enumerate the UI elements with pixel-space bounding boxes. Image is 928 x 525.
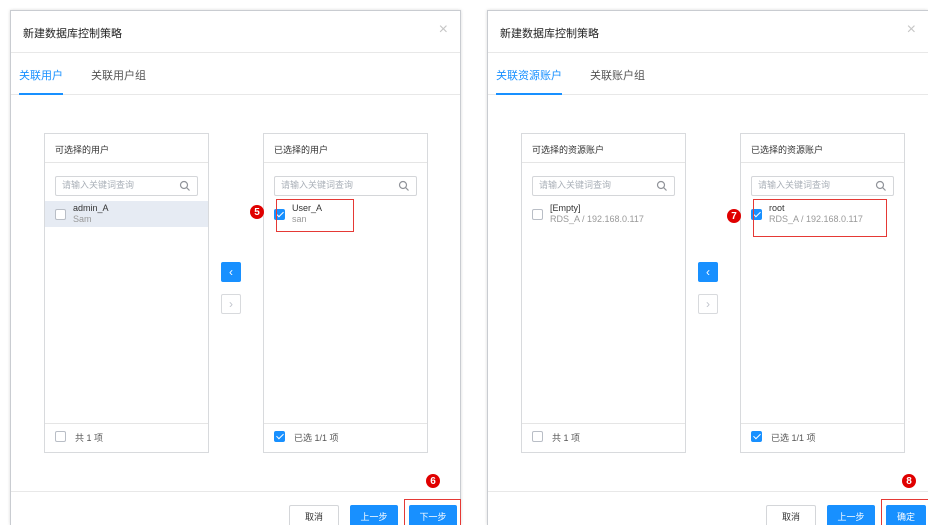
search-box	[274, 176, 417, 196]
highlight-box	[404, 499, 461, 525]
step-marker-5: 5	[250, 205, 264, 219]
select-all-checkbox[interactable]	[274, 431, 285, 442]
selected-users-panel: 已选择的用户 User_A san 已选 1/1 项	[263, 133, 428, 453]
item-name: [Empty]	[550, 203, 581, 213]
item-sub: Sam	[73, 214, 92, 224]
tab-associate-user-groups[interactable]: 关联用户组	[91, 67, 146, 83]
dialog-header: 新建数据库控制策略 ×	[488, 11, 928, 53]
search-input[interactable]	[758, 180, 868, 190]
close-icon[interactable]: ×	[907, 22, 916, 38]
panel-title: 可选择的用户	[55, 145, 110, 155]
close-icon[interactable]: ×	[439, 22, 448, 38]
select-all-checkbox[interactable]	[532, 431, 543, 442]
dialog-header: 新建数据库控制策略 ×	[11, 11, 460, 53]
chevron-right-icon: ›	[229, 297, 233, 311]
search-box	[751, 176, 894, 196]
search-box	[55, 176, 198, 196]
dialog-footer-divider	[11, 491, 460, 492]
highlight-box	[881, 499, 928, 525]
list-item[interactable]: [Empty] RDS_A / 192.168.0.117	[522, 201, 685, 227]
available-accounts-panel: 可选择的资源账户 [Empty] RDS_A / 192.168.0.117 共…	[521, 133, 686, 453]
move-left-button[interactable]: ‹	[221, 262, 241, 282]
panel-title: 已选择的用户	[274, 145, 329, 155]
dialog-title: 新建数据库控制策略	[23, 28, 122, 40]
available-users-panel: 可选择的用户 admin_A Sam 共 1 项	[44, 133, 209, 453]
chevron-right-icon: ›	[706, 297, 710, 311]
search-box	[532, 176, 675, 196]
dialog-title: 新建数据库控制策略	[500, 28, 599, 40]
policy-dialog-users: 新建数据库控制策略 × 关联用户 关联用户组 可选择的用户 admin_A Sa…	[10, 10, 461, 525]
cancel-button[interactable]: 取消	[289, 505, 339, 525]
select-all-checkbox[interactable]	[55, 431, 66, 442]
footer-count: 已选 1/1 项	[294, 433, 339, 443]
previous-step-button[interactable]: 上一步	[350, 505, 398, 525]
divider	[522, 162, 685, 163]
search-icon[interactable]	[875, 180, 887, 192]
tab-associate-account-groups[interactable]: 关联账户组	[590, 67, 645, 83]
move-right-button[interactable]: ›	[221, 294, 241, 314]
step-marker-6: 6	[426, 474, 440, 488]
item-checkbox[interactable]	[55, 209, 66, 220]
step-marker-8: 8	[902, 474, 916, 488]
search-input[interactable]	[539, 180, 649, 190]
panel-title: 已选择的资源账户	[751, 145, 824, 155]
tab-bar: 关联资源账户 关联账户组	[488, 53, 928, 95]
chevron-left-icon: ‹	[706, 265, 710, 279]
divider	[741, 423, 904, 424]
select-all-checkbox[interactable]	[751, 431, 762, 442]
selected-accounts-panel: 已选择的资源账户 root RDS_A / 192.168.0.117 已选 1…	[740, 133, 905, 453]
chevron-left-icon: ‹	[229, 265, 233, 279]
item-name: admin_A	[73, 203, 109, 213]
highlight-box	[276, 199, 354, 232]
search-input[interactable]	[62, 180, 172, 190]
highlight-box	[753, 199, 887, 237]
tab-associate-users[interactable]: 关联用户	[19, 67, 63, 95]
divider	[522, 423, 685, 424]
footer-count: 共 1 项	[75, 433, 104, 443]
search-icon[interactable]	[398, 180, 410, 192]
tab-bar: 关联用户 关联用户组	[11, 53, 460, 95]
cancel-button[interactable]: 取消	[766, 505, 816, 525]
previous-step-button[interactable]: 上一步	[827, 505, 875, 525]
search-input[interactable]	[281, 180, 391, 190]
divider	[45, 423, 208, 424]
divider	[264, 162, 427, 163]
list-item[interactable]: admin_A Sam	[45, 201, 208, 227]
divider	[45, 162, 208, 163]
move-right-button[interactable]: ›	[698, 294, 718, 314]
policy-dialog-resource-accounts: 新建数据库控制策略 × 关联资源账户 关联账户组 可选择的资源账户 [Empty…	[487, 10, 928, 525]
item-checkbox[interactable]	[532, 209, 543, 220]
step-marker-7: 7	[727, 209, 741, 223]
tab-associate-resource-accounts[interactable]: 关联资源账户	[496, 67, 562, 95]
divider	[741, 162, 904, 163]
panel-title: 可选择的资源账户	[532, 145, 605, 155]
item-sub: RDS_A / 192.168.0.117	[550, 214, 644, 224]
dialog-footer-divider	[488, 491, 928, 492]
footer-count: 共 1 项	[552, 433, 581, 443]
divider	[264, 423, 427, 424]
search-icon[interactable]	[179, 180, 191, 192]
footer-count: 已选 1/1 项	[771, 433, 816, 443]
move-left-button[interactable]: ‹	[698, 262, 718, 282]
search-icon[interactable]	[656, 180, 668, 192]
